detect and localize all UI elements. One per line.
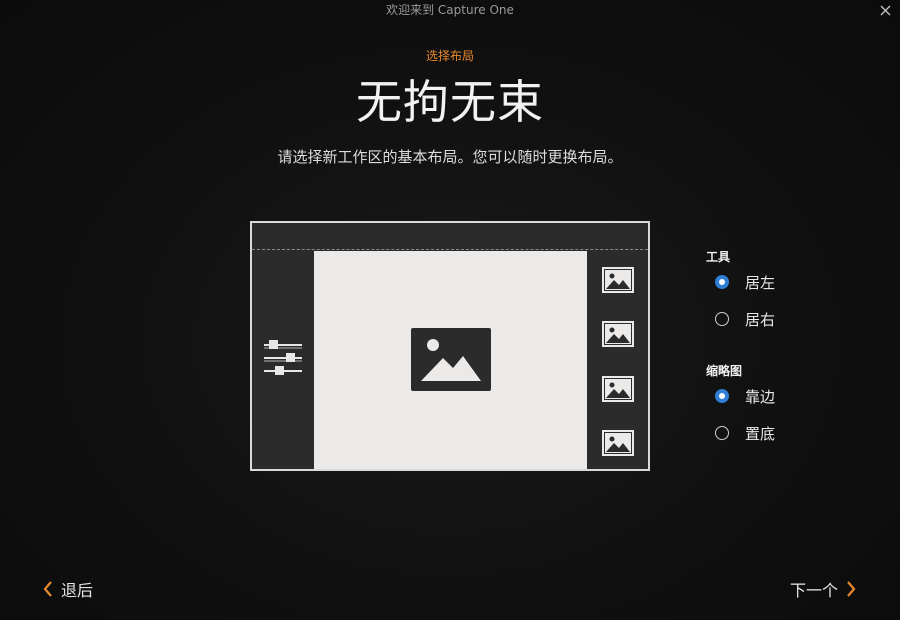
thumbnail-image-icon: [602, 267, 634, 293]
welcome-wizard-window: 欢迎来到 Capture One 选择布局 无拘无束 请选择新工作区的基本布局。…: [0, 0, 900, 620]
radio-checked-icon: [715, 275, 729, 289]
window-title: 欢迎来到 Capture One: [386, 3, 514, 17]
tools-group-title: 工具: [706, 250, 731, 264]
thumbnails-bottom-radio[interactable]: 置底: [715, 422, 775, 444]
window-titlebar: 欢迎来到 Capture One: [0, 0, 900, 22]
image-icon: [411, 328, 491, 391]
next-label: 下一个: [789, 581, 838, 600]
thumbnails-group-title: 缩略图: [706, 364, 743, 378]
radio-checked-icon: [715, 389, 729, 403]
thumbnail-image-icon: [602, 376, 634, 402]
layout-preview: [250, 221, 650, 471]
page-title: 无拘无束: [356, 75, 544, 129]
tools-right-radio[interactable]: 居右: [715, 308, 775, 330]
thumbnails-side-radio[interactable]: 靠边: [715, 385, 775, 407]
radio-label: 居右: [745, 310, 776, 329]
radio-label: 靠边: [745, 387, 776, 406]
back-button[interactable]: 退后: [43, 577, 93, 601]
chevron-left-icon: [43, 581, 52, 597]
radio-unchecked-icon: [715, 426, 729, 440]
page-subtitle: 请选择新工作区的基本布局。您可以随时更换布局。: [277, 148, 623, 166]
chevron-right-icon: [847, 581, 856, 597]
close-icon: [880, 5, 890, 15]
preview-tools-panel: [252, 251, 313, 469]
preview-toolbar: [252, 223, 648, 250]
thumbnail-image-icon: [602, 321, 634, 347]
radio-label: 居左: [745, 273, 776, 292]
close-button[interactable]: [876, 0, 894, 20]
step-label: 选择布局: [425, 49, 474, 63]
thumbnail-image-icon: [602, 430, 634, 456]
sliders-icon: [264, 340, 302, 375]
back-label: 退后: [61, 581, 94, 600]
preview-thumbnail-browser: [588, 251, 648, 469]
tools-left-radio[interactable]: 居左: [715, 271, 775, 293]
next-button[interactable]: 下一个: [790, 577, 856, 601]
radio-label: 置底: [745, 424, 776, 443]
preview-viewer: [314, 251, 587, 469]
radio-unchecked-icon: [715, 312, 729, 326]
